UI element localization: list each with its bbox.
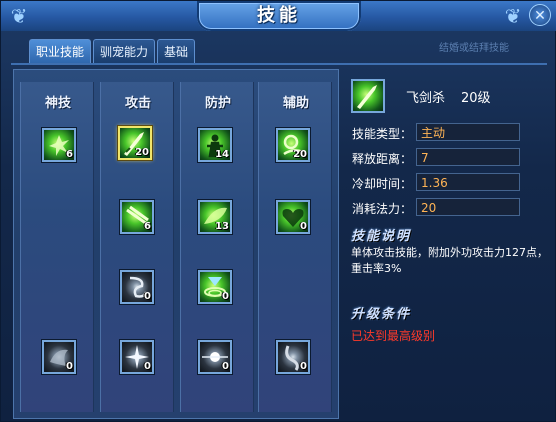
- column-header: 攻击: [124, 96, 151, 111]
- skill-level: 0: [144, 361, 151, 372]
- tab-class-skills[interactable]: 职业技能: [29, 39, 92, 63]
- skill-type-value: 主动: [416, 123, 520, 141]
- cooldown-label: 冷却时间：: [352, 177, 413, 191]
- skill-level: 0: [144, 291, 151, 302]
- cast-range-value: 7: [416, 148, 520, 166]
- mana-cost-label: 消耗法力：: [352, 202, 413, 216]
- skill-type-label: 技能类型：: [352, 127, 413, 141]
- skill-window: 技能 ❦ ❦ ✕ 职业技能 驯宠能力 基础 结婚或结拜技能 神技 攻击 防护 辅…: [0, 0, 556, 422]
- blast-icon[interactable]: 6: [42, 128, 76, 162]
- skill-level: 0: [222, 291, 229, 302]
- cast-range-label: 释放距离：: [352, 152, 413, 166]
- close-icon[interactable]: ✕: [529, 4, 551, 26]
- skill-name: 飞剑杀: [406, 91, 446, 106]
- upgrade-status: 已达到最高级别: [351, 329, 436, 343]
- skill-level: 6: [144, 221, 151, 232]
- whirlwind-icon[interactable]: 0: [120, 270, 154, 304]
- skill-level: 6: [66, 149, 73, 160]
- ornament-icon: ❦: [10, 4, 28, 28]
- warrior-aura-icon[interactable]: 14: [198, 128, 232, 162]
- leaf-blade-icon[interactable]: 13: [198, 200, 232, 234]
- starburst-icon[interactable]: 0: [120, 340, 154, 374]
- window-title: 技能: [257, 5, 301, 26]
- skill-level: 14: [215, 149, 229, 160]
- skill-level-label: 20级: [461, 91, 491, 106]
- skill-level: 0: [300, 361, 307, 372]
- smoke-icon[interactable]: 0: [276, 340, 310, 374]
- skill-level: 20: [293, 149, 307, 160]
- flying-sword-icon[interactable]: 20: [118, 126, 152, 160]
- upgrade-title: 升级条件: [351, 307, 412, 322]
- tab-divider: [11, 63, 547, 65]
- skill-description: 单体攻击技能，附加外功攻击力127点，重击率3%: [351, 246, 548, 275]
- wind-swirl-icon[interactable]: 20: [276, 128, 310, 162]
- side-link-text[interactable]: 结婚或结拜技能: [439, 39, 551, 55]
- light-burst-icon[interactable]: 0: [198, 340, 232, 374]
- column-header: 辅助: [282, 96, 309, 111]
- column-header: 神技: [44, 96, 71, 111]
- heart-icon[interactable]: 0: [276, 200, 310, 234]
- column-header: 防护: [204, 96, 231, 111]
- tab-bar: 职业技能 驯宠能力 基础: [29, 39, 196, 63]
- skill-level: 0: [66, 361, 73, 372]
- description-title: 技能说明: [351, 229, 412, 244]
- skill-grid-panel: 神技 攻击 防护 辅助 6 0 20 6 0 0 14 13 0 0 20 0 …: [13, 69, 339, 419]
- tab-basic[interactable]: 基础: [157, 39, 196, 63]
- ornament-icon: ❦: [504, 4, 522, 28]
- skill-level: 0: [222, 361, 229, 372]
- cooldown-value: 1.36: [416, 173, 520, 191]
- flying-sword-icon: [351, 79, 385, 113]
- slash-icon[interactable]: 6: [120, 200, 154, 234]
- skill-level: 13: [215, 221, 229, 232]
- skill-level: 0: [300, 221, 307, 232]
- shield-icon[interactable]: 0: [42, 340, 76, 374]
- skill-level: 20: [135, 147, 149, 158]
- vortex-icon[interactable]: 0: [198, 270, 232, 304]
- tab-pet-abilities[interactable]: 驯宠能力: [93, 39, 156, 63]
- mana-cost-value: 20: [416, 198, 520, 216]
